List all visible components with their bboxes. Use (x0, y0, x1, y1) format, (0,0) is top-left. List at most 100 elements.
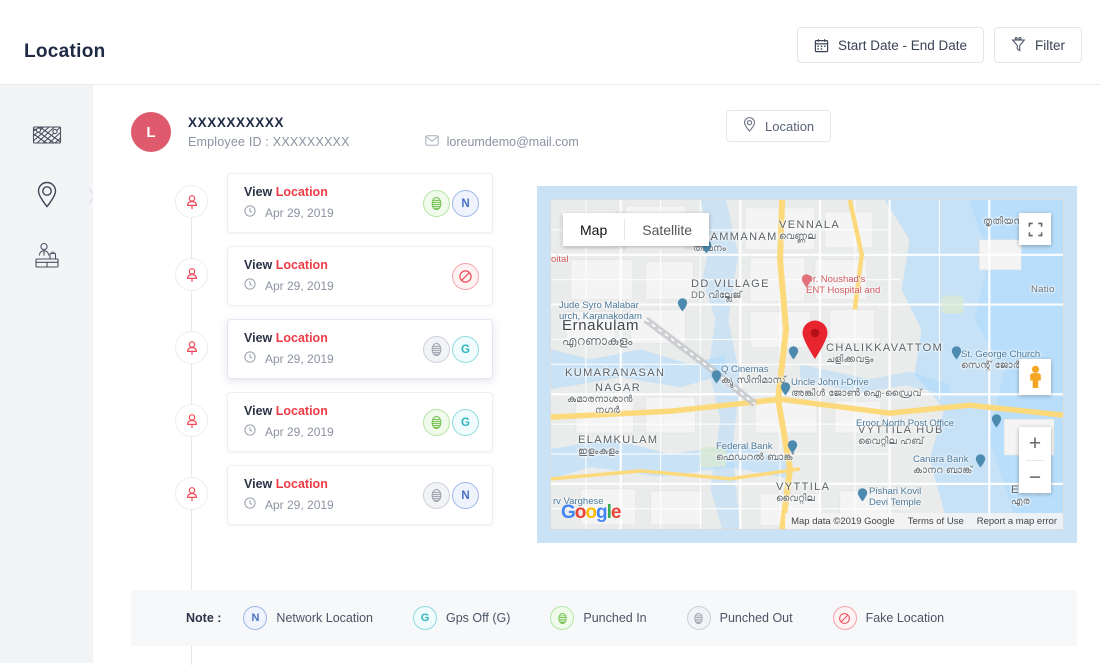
timeline-marker-icon (175, 331, 208, 364)
date-text: Apr 29, 2019 (265, 278, 334, 293)
zoom-out-button[interactable]: − (1019, 461, 1051, 494)
sidebar-item-employees[interactable] (0, 228, 93, 288)
network-badge: N (452, 190, 479, 217)
sidebar-item-location[interactable] (0, 167, 93, 227)
location-filter-label: Location (765, 118, 815, 134)
view-location-link[interactable]: View Location (244, 185, 328, 199)
clock-icon (244, 497, 256, 512)
map-label: Eroor North Post Office (856, 418, 955, 429)
location-link-label: Location (275, 331, 328, 345)
date-range-label: Start Date - End Date (837, 37, 967, 53)
punched-in-badge (550, 606, 575, 630)
terms-of-use-link[interactable]: Terms of Use (908, 516, 964, 527)
view-label: View (244, 258, 273, 272)
timeline-row: View Location Apr 29, 2019 N (131, 465, 551, 550)
poi-marker-icon (711, 370, 722, 384)
location-card[interactable]: View Location Apr 29, 2019 N (227, 465, 493, 525)
punched-in-badge (423, 190, 450, 217)
location-link-label: Location (275, 404, 328, 418)
view-location-link[interactable]: View Location (244, 404, 328, 418)
card-date: Apr 29, 2019 (244, 424, 334, 439)
sidebar-item-map[interactable] (0, 107, 93, 167)
zoom-in-button[interactable]: + (1019, 427, 1051, 460)
map-type-map-button[interactable]: Map (563, 213, 624, 246)
fake-location-badge (832, 606, 857, 630)
map-type-control: Map Satellite (563, 213, 710, 246)
map-type-satellite-button[interactable]: Satellite (625, 213, 709, 246)
map-label: തൃതിയൻ (983, 216, 1024, 227)
map-icon (32, 123, 62, 152)
location-card[interactable]: View Location Apr 29, 2019 (227, 246, 493, 306)
employee-name: XXXXXXXXXX (188, 115, 285, 130)
poi-marker-icon (857, 488, 868, 502)
map-label: Jude Syro Malabar urch, Karanakodam (559, 300, 642, 322)
punched-in-badge (423, 409, 450, 436)
map-label: Natio (1031, 284, 1055, 295)
google-map[interactable]: Map Satellite THAMMANAMതമ്മനം VENNALAവെണ… (550, 199, 1064, 530)
date-text: Apr 29, 2019 (265, 497, 334, 512)
card-date: Apr 29, 2019 (244, 205, 334, 220)
map-label: DD VILLAGE DD വില്ലേജ് (691, 278, 770, 301)
view-location-link[interactable]: View Location (244, 477, 328, 491)
report-map-error-link[interactable]: Report a map error (977, 516, 1057, 527)
top-header-bar: Location Start Date - End Date Filter (0, 0, 1100, 85)
fullscreen-button[interactable] (1019, 213, 1051, 245)
funnel-icon (1011, 37, 1026, 53)
map-label: Canara Bank കാനറ ബാങ്ക് (913, 454, 973, 476)
clock-icon (244, 424, 256, 439)
employee-id: Employee ID : XXXXXXXXX (188, 135, 350, 149)
poi-marker-icon (991, 414, 1002, 428)
legend-item-fake-location: Fake Location (832, 606, 944, 630)
clock-icon (244, 278, 256, 293)
card-badges: N (423, 190, 479, 217)
hospital-marker-icon (801, 274, 812, 288)
map-label: Uncle John i-Drive അങ്കിൾ ജോൺ ഐ-ഡ്രൈവ് (791, 377, 922, 399)
map-label: Pishari Kovil Devi Temple (869, 486, 922, 508)
poi-marker-icon (677, 298, 688, 312)
page-title: Location (24, 41, 106, 62)
gps-off-badge: G (452, 409, 479, 436)
map-label: NAGAR കുമാരനാശാൻ നഗർ (567, 382, 642, 416)
map-location-marker[interactable] (801, 320, 829, 360)
legend-item-network: N Network Location (243, 606, 373, 630)
zoom-controls: + − (1019, 427, 1051, 493)
card-date: Apr 29, 2019 (244, 351, 334, 366)
map-label: Federal Bank ഫെഡറൽ ബാങ്ക് (716, 441, 794, 463)
filter-button[interactable]: Filter (994, 27, 1082, 63)
map-label: oital (551, 254, 569, 265)
map-label: Q Cinemas ക്യു സിനിമാസ് (721, 364, 786, 386)
map-data-text: Map data ©2019 Google (791, 515, 895, 527)
legend-text: Punched Out (719, 611, 793, 625)
map-label: VENNALA വെണ്ണല (779, 219, 841, 242)
location-card[interactable]: View Location Apr 29, 2019 G (227, 392, 493, 452)
legend-item-punched-out: Punched Out (686, 606, 793, 630)
punched-out-badge (423, 336, 450, 363)
view-location-link[interactable]: View Location (244, 331, 328, 345)
gps-off-badge: G (413, 606, 437, 630)
view-label: View (244, 185, 273, 199)
clock-icon (244, 205, 256, 220)
employee-header: L XXXXXXXXXX Employee ID : XXXXXXXXX lor… (131, 112, 579, 152)
legend-text: Punched In (583, 611, 647, 625)
view-label: View (244, 477, 273, 491)
location-card[interactable]: View Location Apr 29, 2019 N (227, 173, 493, 233)
timeline-marker-icon (175, 185, 208, 218)
street-view-pegman[interactable] (1019, 359, 1051, 395)
gps-off-badge: G (452, 336, 479, 363)
location-filter-button[interactable]: Location (726, 110, 832, 142)
timeline-marker-icon (175, 477, 208, 510)
legend-text: Gps Off (G) (446, 611, 511, 625)
location-timeline: View Location Apr 29, 2019 N View Locati… (131, 173, 551, 665)
calendar-icon (814, 38, 829, 53)
poi-marker-icon (788, 346, 799, 360)
view-location-link[interactable]: View Location (244, 258, 328, 272)
card-badges: G (423, 409, 479, 436)
google-logo: Google (561, 502, 621, 523)
map-label: ELAMKULAM ഇളംകുളം (578, 434, 659, 457)
punched-out-badge (686, 606, 711, 630)
date-range-button[interactable]: Start Date - End Date (796, 27, 984, 63)
left-sidebar (0, 85, 93, 663)
location-card-active[interactable]: View Location Apr 29, 2019 G (227, 319, 493, 379)
location-pin-icon (36, 181, 58, 213)
legend-bar: Note : N Network Location G Gps Off (G) … (131, 590, 1077, 646)
